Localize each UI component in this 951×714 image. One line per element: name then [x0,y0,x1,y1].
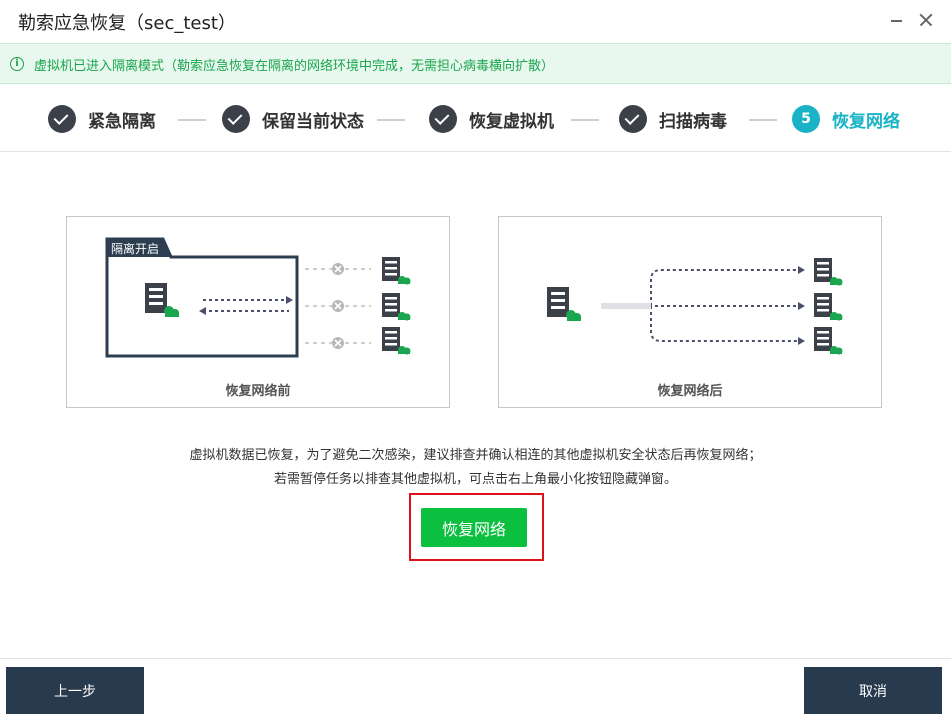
step-divider [178,119,206,121]
before-caption: 恢复网络前 [225,384,291,399]
blocked-icon [332,337,344,349]
minimize-icon[interactable] [888,9,906,31]
before-restore-panel: 隔离开启 恢复网络前 [66,216,450,408]
after-restore-panel: 恢复网络后 [498,216,882,408]
server-icon [382,327,411,355]
isolation-tag: 隔离开启 [111,242,160,256]
description-line-1: 虚拟机数据已恢复，为了避免二次感染，建议排查并确认相连的其他虚拟机安全状态后再恢… [189,448,762,463]
info-icon: i [10,57,24,71]
step-label: 恢复网络 [832,111,900,132]
server-icon [382,293,411,321]
step-divider [749,119,777,121]
close-icon[interactable] [916,9,938,31]
step-3: 恢复虚拟机 [429,104,554,134]
window-title: 勒索应急恢复（sec_test） [18,13,236,34]
server-icon [547,287,581,321]
check-icon [429,105,457,133]
check-icon [619,105,647,133]
blocked-icon [332,263,344,275]
step-4: 扫描病毒 [619,104,727,134]
check-icon [222,105,250,133]
step-label: 保留当前状态 [262,111,364,132]
isolation-notice: i 虚拟机已进入隔离模式（勒索应急恢复在隔离的网络环境中完成，无需担心病毒横向扩… [0,43,951,84]
restore-description: 虚拟机数据已恢复，为了避免二次感染，建议排查并确认相连的其他虚拟机安全状态后再恢… [0,444,951,492]
step-divider [377,119,405,121]
after-caption: 恢复网络后 [657,384,723,399]
restore-network-button[interactable]: 恢复网络 [421,508,527,547]
server-icon [814,258,843,286]
step-5: 5 恢复网络 [792,104,900,134]
description-line-2: 若需暂停任务以排查其他虚拟机，可点击右上角最小化按钮隐藏弹窗。 [273,472,677,487]
title-bar: 勒索应急恢复（sec_test） [0,0,951,42]
server-icon [382,257,411,285]
step-number-badge: 5 [792,105,820,133]
step-label: 紧急隔离 [88,111,156,132]
server-icon [145,283,179,317]
check-icon [48,105,76,133]
server-icon [814,293,843,321]
prev-step-button[interactable]: 上一步 [6,667,144,714]
notice-text: 虚拟机已进入隔离模式（勒索应急恢复在隔离的网络环境中完成，无需担心病毒横向扩散） [34,59,555,74]
step-indicator: 紧急隔离 保留当前状态 恢复虚拟机 扫描病毒 5 恢复网络 [0,85,951,152]
server-icon [814,327,843,355]
step-label: 扫描病毒 [659,111,727,132]
cancel-button[interactable]: 取消 [804,667,942,714]
step-2: 保留当前状态 [222,104,364,134]
step-1: 紧急隔离 [48,104,156,134]
blocked-icon [332,300,344,312]
step-label: 恢复虚拟机 [469,111,554,132]
step-divider [571,119,599,121]
